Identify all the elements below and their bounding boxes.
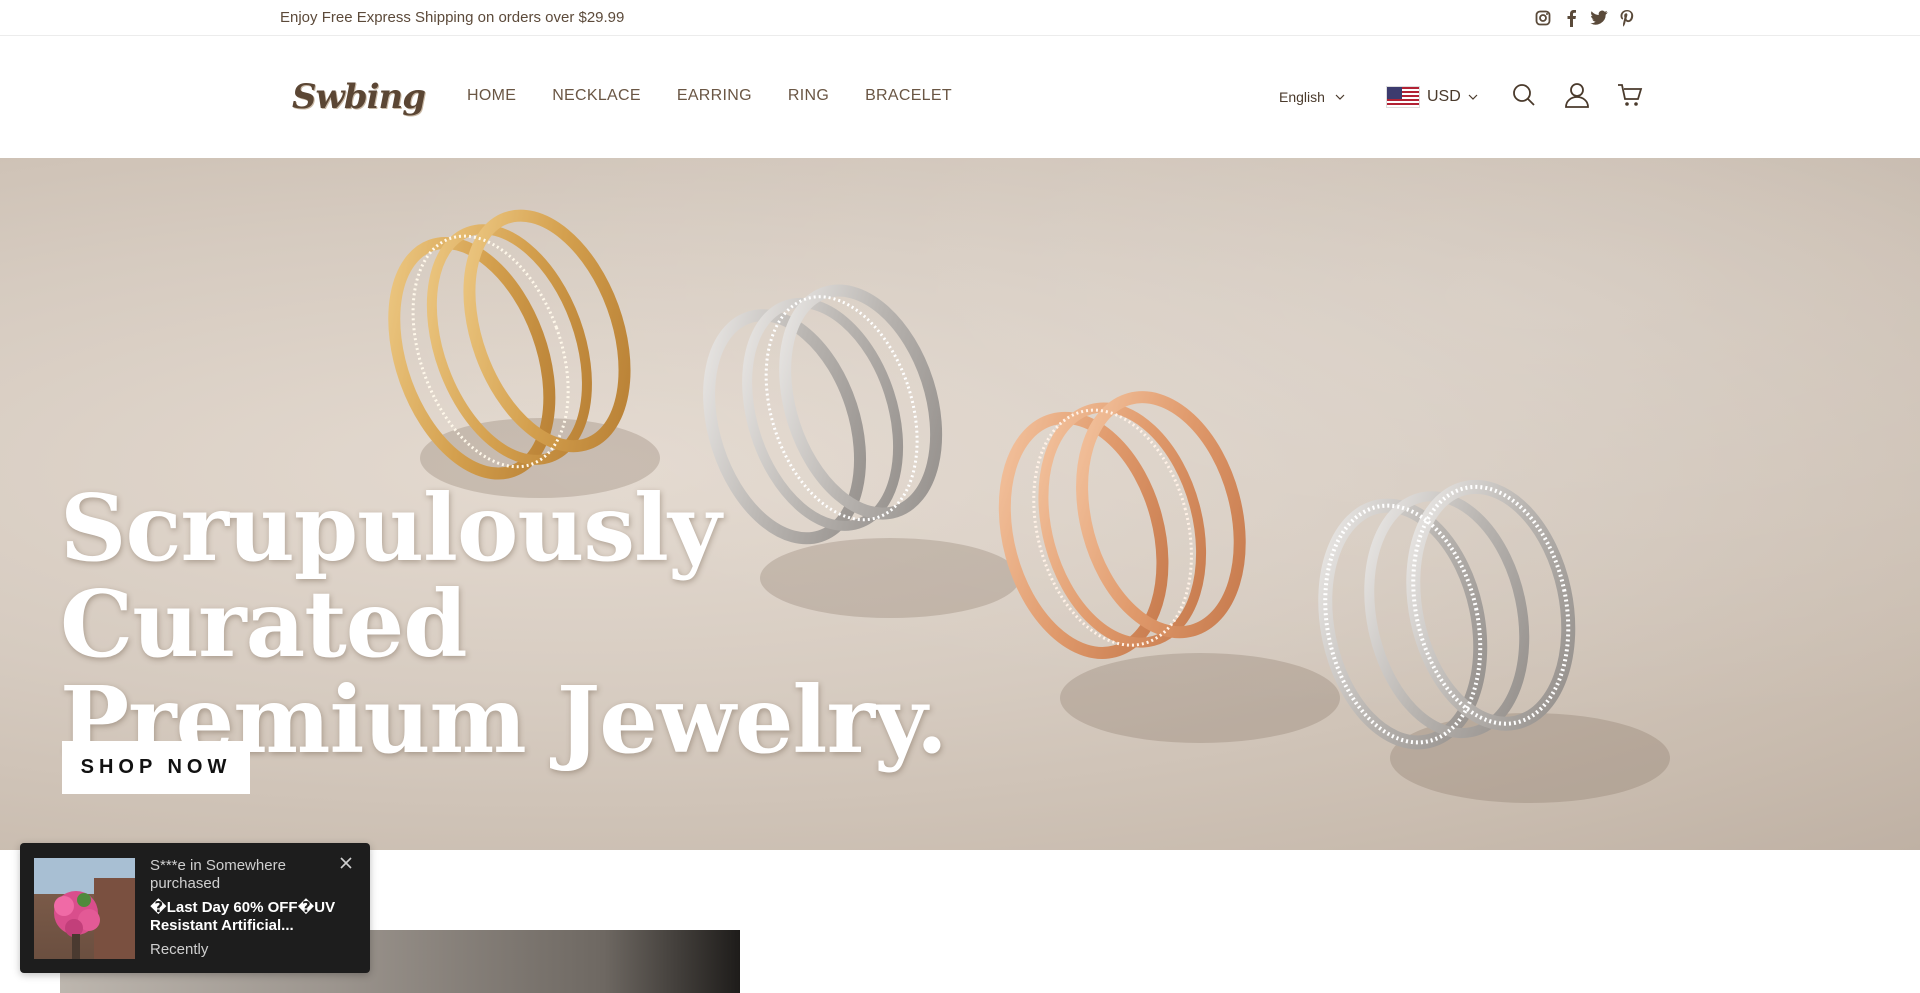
notification-product[interactable]: �Last Day 60% OFF�UV Resistant Artificia… (150, 899, 340, 935)
announcement-bar: Enjoy Free Express Shipping on orders ov… (0, 0, 1920, 36)
nav-ring[interactable]: RING (788, 87, 829, 105)
nav-necklace[interactable]: NECKLACE (552, 87, 641, 105)
currency-label: USD (1427, 88, 1461, 105)
us-flag-icon (1386, 86, 1420, 108)
close-icon[interactable] (338, 855, 356, 873)
twitter-icon[interactable] (1590, 9, 1608, 27)
nav-home[interactable]: HOME (467, 87, 516, 105)
chevron-down-icon (1468, 92, 1478, 103)
nav-bracelet[interactable]: BRACELET (865, 87, 952, 105)
social-links (1534, 9, 1636, 27)
nav-earring[interactable]: EARRING (677, 87, 752, 105)
language-label: English (1279, 89, 1325, 105)
currency-selector[interactable]: USD (1386, 86, 1478, 108)
cart-icon[interactable] (1616, 81, 1644, 109)
notification-buyer: S***e in Somewhere purchased (150, 857, 286, 892)
site-header: Swbing HOME NECKLACE EARRING RING BRACEL… (0, 37, 1920, 158)
pinterest-icon[interactable] (1618, 9, 1636, 27)
account-icon[interactable] (1563, 81, 1591, 109)
language-selector[interactable]: English (1279, 89, 1345, 105)
product-thumbnail[interactable] (34, 858, 135, 959)
notification-time: Recently (150, 941, 209, 958)
facebook-icon[interactable] (1562, 9, 1580, 27)
shop-now-button[interactable]: SHOP NOW (62, 741, 250, 794)
announcement-text: Enjoy Free Express Shipping on orders ov… (280, 9, 625, 26)
hero-banner: Scrupulously Curated Premium Jewelry. SH… (0, 158, 1920, 850)
chevron-down-icon (1335, 92, 1345, 103)
purchase-notification[interactable]: S***e in Somewhere purchased �Last Day 6… (20, 843, 370, 973)
hero-title: Scrupulously Curated Premium Jewelry. (60, 480, 960, 768)
hero-title-line-1: Scrupulously Curated (60, 474, 721, 678)
main-nav: HOME NECKLACE EARRING RING BRACELET (467, 87, 952, 105)
search-icon[interactable] (1510, 81, 1538, 109)
header-icons (1510, 81, 1644, 109)
instagram-icon[interactable] (1534, 9, 1552, 27)
logo[interactable]: Swbing (292, 77, 426, 117)
